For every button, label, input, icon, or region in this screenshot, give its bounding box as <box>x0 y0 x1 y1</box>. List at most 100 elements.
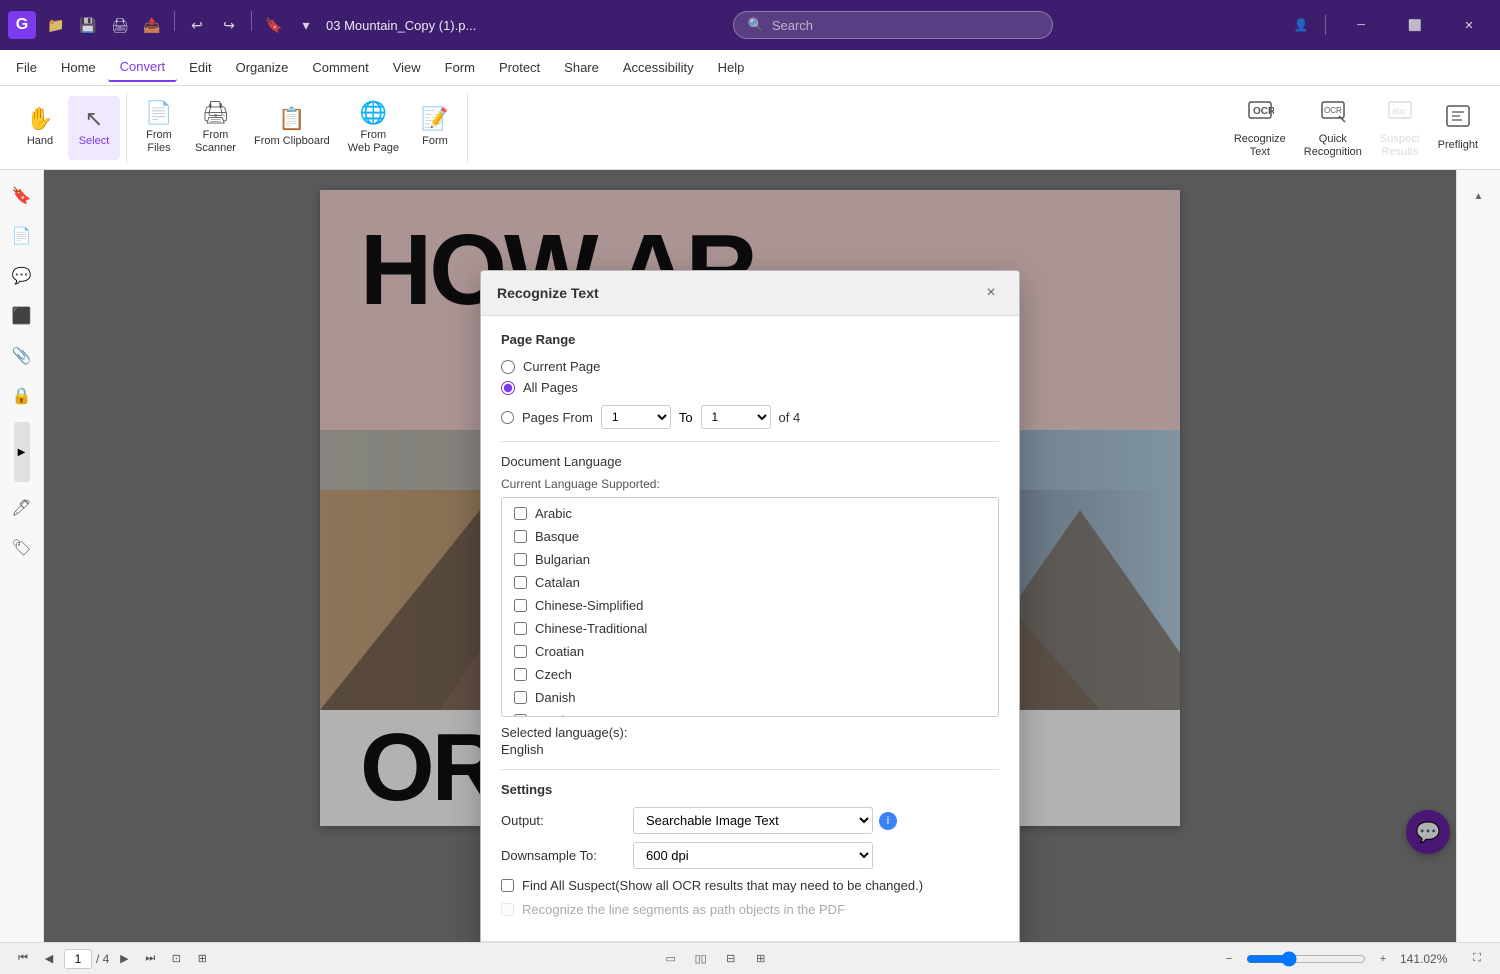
pages-from-radio[interactable] <box>501 411 514 424</box>
sidebar-thumbnail-icon[interactable]: 📄 <box>4 218 40 254</box>
sidebar-comment-icon[interactable]: 💬 <box>4 258 40 294</box>
print-icon[interactable]: 🖨 <box>106 11 134 39</box>
minimize-button[interactable]: ─ <box>1338 0 1384 50</box>
hand-icon: ✋ <box>26 106 53 132</box>
sidebar-layers-icon[interactable]: ⬛ <box>4 298 40 334</box>
menu-accessibility[interactable]: Accessibility <box>611 54 706 81</box>
separator1 <box>174 11 175 31</box>
from-scanner-button[interactable]: 🖨 FromScanner <box>187 96 244 160</box>
search-bar[interactable]: 🔍 <box>733 11 1053 39</box>
menu-file[interactable]: File <box>4 54 49 81</box>
fit-width-button[interactable]: ⊞ <box>191 948 213 970</box>
lang-danish-checkbox[interactable] <box>514 691 527 704</box>
open-file-icon[interactable]: 📁 <box>42 11 70 39</box>
menu-share[interactable]: Share <box>552 54 611 81</box>
find-suspect-checkbox[interactable] <box>501 879 514 892</box>
downsample-select[interactable]: 600 dpi 300 dpi 150 dpi <box>633 842 873 869</box>
grid-view-button[interactable]: ⊞ <box>750 948 772 970</box>
find-suspect-label: Find All Suspect(Show all OCR results th… <box>522 877 923 895</box>
sidebar-tag-icon[interactable]: 🏷 <box>4 530 40 566</box>
right-sidebar-scroll-up[interactable]: ▲ <box>1461 178 1497 214</box>
preflight-button[interactable]: Preflight <box>1430 96 1486 160</box>
menu-convert[interactable]: Convert <box>108 53 178 82</box>
recognize-text-button[interactable]: OCR RecognizeText <box>1226 96 1294 160</box>
all-pages-radio[interactable] <box>501 381 515 395</box>
zoom-in-button[interactable]: + <box>1372 948 1394 970</box>
lang-bulgarian-checkbox[interactable] <box>514 553 527 566</box>
zoom-slider[interactable] <box>1246 951 1366 967</box>
language-list-container: Arabic Basque Bulgarian Catalan <box>501 497 999 717</box>
pages-from-start-select[interactable]: 1234 <box>601 405 671 429</box>
fullscreen-button[interactable]: ⛶ <box>1466 948 1488 970</box>
section-divider-1 <box>501 441 999 442</box>
double-page-view-button[interactable]: ▯▯ <box>690 948 712 970</box>
output-select[interactable]: Searchable Image Text Editable Text Clea… <box>633 807 873 834</box>
form-button[interactable]: 📝 Form <box>409 96 461 160</box>
lang-czech-checkbox[interactable] <box>514 668 527 681</box>
right-sidebar: ▲ <box>1456 170 1500 942</box>
menu-protect[interactable]: Protect <box>487 54 552 81</box>
single-page-view-button[interactable]: ▭ <box>660 948 682 970</box>
sidebar-collapse-arrow[interactable]: ▶ <box>14 422 30 482</box>
lang-croatian-checkbox[interactable] <box>514 645 527 658</box>
current-page-radio[interactable] <box>501 360 515 374</box>
sidebar-stamp-icon[interactable]: 🖊 <box>4 490 40 526</box>
suspect-results-button[interactable]: abc SuspectResults <box>1372 96 1428 160</box>
lang-arabic-checkbox[interactable] <box>514 507 527 520</box>
sidebar-lock-icon[interactable]: 🔒 <box>4 378 40 414</box>
quick-recognition-button[interactable]: OCR QuickRecognition <box>1296 96 1370 160</box>
menu-form[interactable]: Form <box>433 54 487 81</box>
recognize-line-checkbox[interactable] <box>501 903 514 916</box>
close-button[interactable]: ✕ <box>1446 0 1492 50</box>
menu-help[interactable]: Help <box>706 54 757 81</box>
sidebar-bookmark-icon[interactable]: 🔖 <box>4 178 40 214</box>
lang-basque-checkbox[interactable] <box>514 530 527 543</box>
prev-page-button[interactable]: ◀ <box>38 948 60 970</box>
from-scanner-icon: 🖨 <box>202 100 230 126</box>
lang-catalan-checkbox[interactable] <box>514 576 527 589</box>
fit-page-button[interactable]: ⊡ <box>165 948 187 970</box>
stamp-icon[interactable]: 🔖 <box>260 11 288 39</box>
sidebar-attachment-icon[interactable]: 📎 <box>4 338 40 374</box>
current-page-option: Current Page <box>501 359 999 374</box>
first-page-button[interactable]: ⏮ <box>12 948 34 970</box>
menu-view[interactable]: View <box>381 54 433 81</box>
preflight-label: Preflight <box>1438 139 1478 152</box>
save-icon[interactable]: 💾 <box>74 11 102 39</box>
lang-basque-label: Basque <box>535 529 579 544</box>
find-suspect-row: Find All Suspect(Show all OCR results th… <box>501 877 999 895</box>
recognize-line-label: Recognize the line segments as path obje… <box>522 901 845 919</box>
hand-tool-button[interactable]: ✋ Hand <box>14 96 66 160</box>
user-icon[interactable]: 👤 <box>1289 13 1313 37</box>
next-page-button[interactable]: ▶ <box>113 948 135 970</box>
dropdown-icon[interactable]: ▾ <box>292 11 320 39</box>
menu-comment[interactable]: Comment <box>300 54 380 81</box>
share-icon[interactable]: 📤 <box>138 11 166 39</box>
from-web-page-button[interactable]: 🌐 FromWeb Page <box>340 96 407 160</box>
dialog-close-button[interactable]: × <box>979 281 1003 305</box>
from-clipboard-button[interactable]: 📋 From Clipboard <box>246 96 338 160</box>
restore-button[interactable]: ⬜ <box>1392 0 1438 50</box>
lang-czech-label: Czech <box>535 667 572 682</box>
menu-organize[interactable]: Organize <box>224 54 301 81</box>
scroll-view-button[interactable]: ⊟ <box>720 948 742 970</box>
output-info-icon[interactable]: i <box>879 812 897 830</box>
menu-home[interactable]: Home <box>49 54 108 81</box>
lang-chinese-simplified-checkbox[interactable] <box>514 599 527 612</box>
last-page-button[interactable]: ⏭ <box>139 948 161 970</box>
zoom-out-button[interactable]: − <box>1218 948 1240 970</box>
from-files-button[interactable]: 📄 FromFiles <box>133 96 185 160</box>
dialog-footer: OK Cancel <box>481 941 1019 942</box>
lang-chinese-traditional-checkbox[interactable] <box>514 622 527 635</box>
page-number-input[interactable] <box>64 949 92 969</box>
lang-croatian-label: Croatian <box>535 644 584 659</box>
search-input[interactable] <box>772 18 1012 33</box>
quick-recognition-icon: OCR <box>1319 96 1347 130</box>
menu-edit[interactable]: Edit <box>177 54 223 81</box>
pages-from-end-select[interactable]: 1234 <box>701 405 771 429</box>
lang-dutch-checkbox[interactable] <box>514 714 527 716</box>
status-bar-right: − + 141.02% ⛶ <box>1218 948 1488 970</box>
select-tool-button[interactable]: ↖ Select <box>68 96 120 160</box>
redo-icon[interactable]: ↪ <box>215 11 243 39</box>
undo-icon[interactable]: ↩ <box>183 11 211 39</box>
